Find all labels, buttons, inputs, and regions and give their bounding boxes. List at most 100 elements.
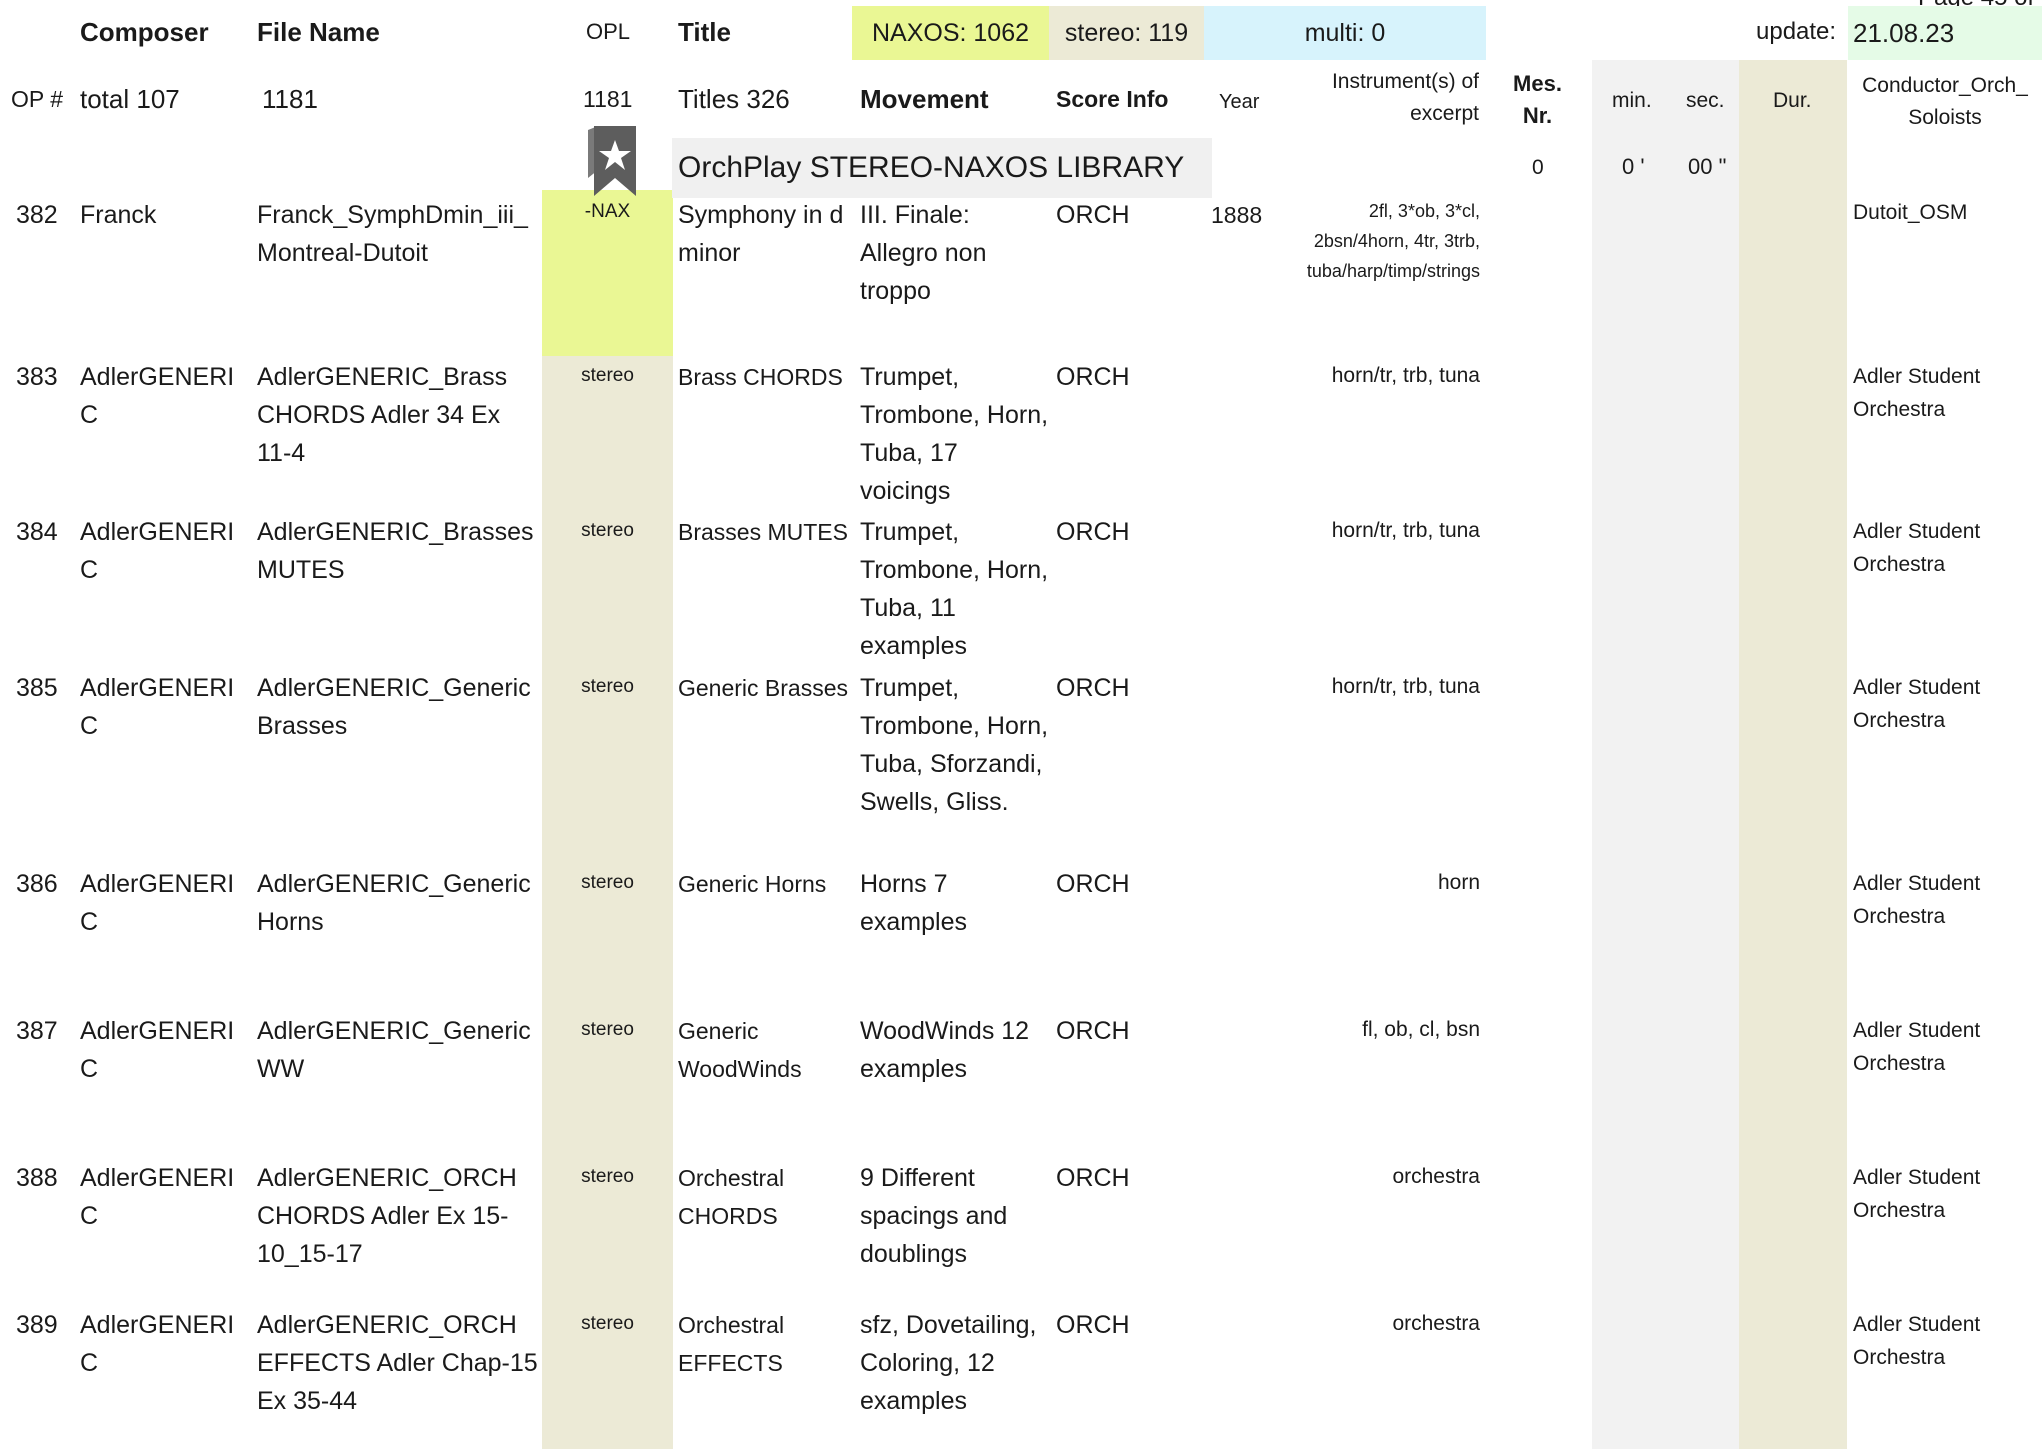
opl-value: stereo [581, 365, 634, 386]
movement: WoodWinds 12 examples [860, 1017, 1030, 1083]
op-number: 386 [16, 870, 58, 898]
conductor: Adler Student Orchestra [1853, 676, 1981, 732]
instruments-header: Instrument(s) of excerpt [1331, 70, 1479, 125]
year: 1888 [1211, 202, 1263, 228]
stereo-count-badge: stereo: 119 [1049, 6, 1204, 60]
file-count: 1181 [262, 84, 318, 114]
score-info: ORCH [1056, 870, 1130, 898]
score-info: ORCH [1056, 363, 1130, 391]
file-name: AdlerGENERIC_ORCH EFFECTS Adler Chap-15 … [257, 1311, 538, 1415]
movement: sfz, Dovetailing, Coloring, 12 examples [860, 1311, 1037, 1415]
instruments: orchestra [1392, 1312, 1480, 1335]
movement: Trumpet, Trombone, Horn, Tuba, Sforzandi… [860, 674, 1049, 816]
opl-value: stereo [581, 872, 634, 893]
title: Generic WoodWinds [678, 1018, 802, 1082]
min-header: min. [1612, 89, 1652, 112]
score-info: ORCH [1056, 518, 1130, 546]
instruments: horn/tr, trb, tuna [1331, 519, 1480, 542]
op-number: 389 [16, 1311, 58, 1339]
file-name: Franck_SymphDmin_iii_Montreal-Dutoit [257, 201, 528, 267]
op-number: 384 [16, 518, 58, 546]
conductor: Adler Student Orchestra [1853, 1166, 1981, 1222]
update-date: 21.08.23 [1848, 6, 2042, 60]
sec-header: sec. [1686, 89, 1725, 112]
title: Generic Horns [678, 871, 827, 897]
title: Generic Brasses [678, 675, 849, 701]
composer-header: Composer [80, 17, 209, 47]
op-number: 385 [16, 674, 58, 702]
title: Brasses MUTES [678, 519, 848, 545]
op-number: 382 [16, 201, 58, 229]
opl-value: stereo [581, 1166, 634, 1187]
conductor: Adler Student Orchestra [1853, 365, 1981, 421]
library-title-banner: OrchPlay STEREO-NAXOS LIBRARY [672, 138, 1212, 198]
movement: III. Finale: Allegro non troppo [860, 201, 987, 305]
conductor: Adler Student Orchestra [1853, 1019, 1981, 1075]
composer: AdlerGENERIC [80, 1311, 235, 1377]
mes-nr-header: Mes. Nr. [1513, 71, 1562, 128]
naxos-count-badge: NAXOS: 1062 [852, 6, 1049, 60]
composer: AdlerGENERIC [80, 674, 235, 740]
sec-total: 00 " [1688, 154, 1727, 179]
duration-column-band [1739, 60, 1847, 1449]
composer: AdlerGENERIC [80, 518, 235, 584]
year-header: Year [1219, 91, 1260, 113]
mes-nr-total: 0 [1532, 156, 1544, 179]
instruments: fl, ob, cl, bsn [1362, 1018, 1480, 1041]
score-info: ORCH [1056, 1017, 1130, 1045]
instruments: horn [1437, 871, 1480, 894]
opl-value: stereo [581, 520, 634, 541]
bookmark-star-icon [584, 122, 640, 202]
file-name: AdlerGENERIC_Brasses MUTES [257, 518, 534, 584]
file-name: AdlerGENERIC_Brass CHORDS Adler 34 Ex 11… [257, 363, 508, 467]
duration-header: Dur. [1773, 89, 1812, 112]
title: Symphony in d minor [678, 201, 844, 267]
title: Brass CHORDS [678, 364, 843, 390]
min-sec-column-band [1592, 60, 1739, 1449]
conductor: Adler Student Orchestra [1853, 1313, 1981, 1369]
op-number: 383 [16, 363, 58, 391]
conductor: Adler Student Orchestra [1853, 872, 1981, 928]
opl-value: stereo [581, 676, 634, 697]
title: Orchestral CHORDS [678, 1165, 785, 1229]
composer: AdlerGENERIC [80, 1164, 235, 1230]
op-number: 388 [16, 1164, 58, 1192]
min-total: 0 ' [1622, 154, 1645, 179]
composer: AdlerGENERIC [80, 1017, 235, 1083]
movement: Horns 7 examples [860, 870, 967, 936]
opl-value: stereo [581, 1019, 634, 1040]
instruments: 2fl, 3*ob, 3*cl, 2bsn/4horn, 4tr, 3trb, … [1306, 201, 1480, 281]
op-number-header: OP # [11, 86, 63, 112]
file-name: AdlerGENERIC_ORCH CHORDS Adler Ex 15-10_… [257, 1164, 517, 1268]
conductor: Adler Student Orchestra [1853, 520, 1981, 576]
instruments: horn/tr, trb, tuna [1331, 675, 1480, 698]
movement-header: Movement [860, 84, 989, 114]
multi-count-badge: multi: 0 [1204, 6, 1486, 60]
title: Orchestral EFFECTS [678, 1312, 785, 1376]
score-info: ORCH [1056, 674, 1130, 702]
spreadsheet-page: { "page_number": "Page 45 of 1", "header… [0, 0, 2042, 1449]
opl-value: -NAX [584, 201, 631, 222]
conductor: Dutoit_OSM [1853, 201, 1968, 224]
composer: AdlerGENERIC [80, 363, 235, 429]
score-info: ORCH [1056, 201, 1130, 229]
title-header: Title [678, 17, 731, 47]
conductor-header: Conductor_Orch_ Soloists [1862, 74, 2028, 129]
movement: Trumpet, Trombone, Horn, Tuba, 17 voicin… [860, 363, 1049, 505]
score-info: ORCH [1056, 1311, 1130, 1339]
file-name: AdlerGENERIC_Generic WW [257, 1017, 531, 1083]
composer: Franck [80, 201, 157, 229]
opl-count: 1181 [583, 86, 633, 112]
titles-count: Titles 326 [678, 84, 790, 114]
instruments: orchestra [1392, 1165, 1480, 1188]
total-count: total 107 [80, 84, 180, 114]
movement: 9 Different spacings and doublings [860, 1164, 1008, 1268]
file-name-header: File Name [257, 17, 380, 47]
score-info-header: Score Info [1056, 86, 1169, 112]
op-number: 387 [16, 1017, 58, 1045]
score-info: ORCH [1056, 1164, 1130, 1192]
file-name: AdlerGENERIC_Generic Brasses [257, 674, 531, 740]
update-label: update: [1756, 18, 1837, 45]
opl-header: OPL [586, 19, 631, 44]
movement: Trumpet, Trombone, Horn, Tuba, 11 exampl… [860, 518, 1049, 660]
